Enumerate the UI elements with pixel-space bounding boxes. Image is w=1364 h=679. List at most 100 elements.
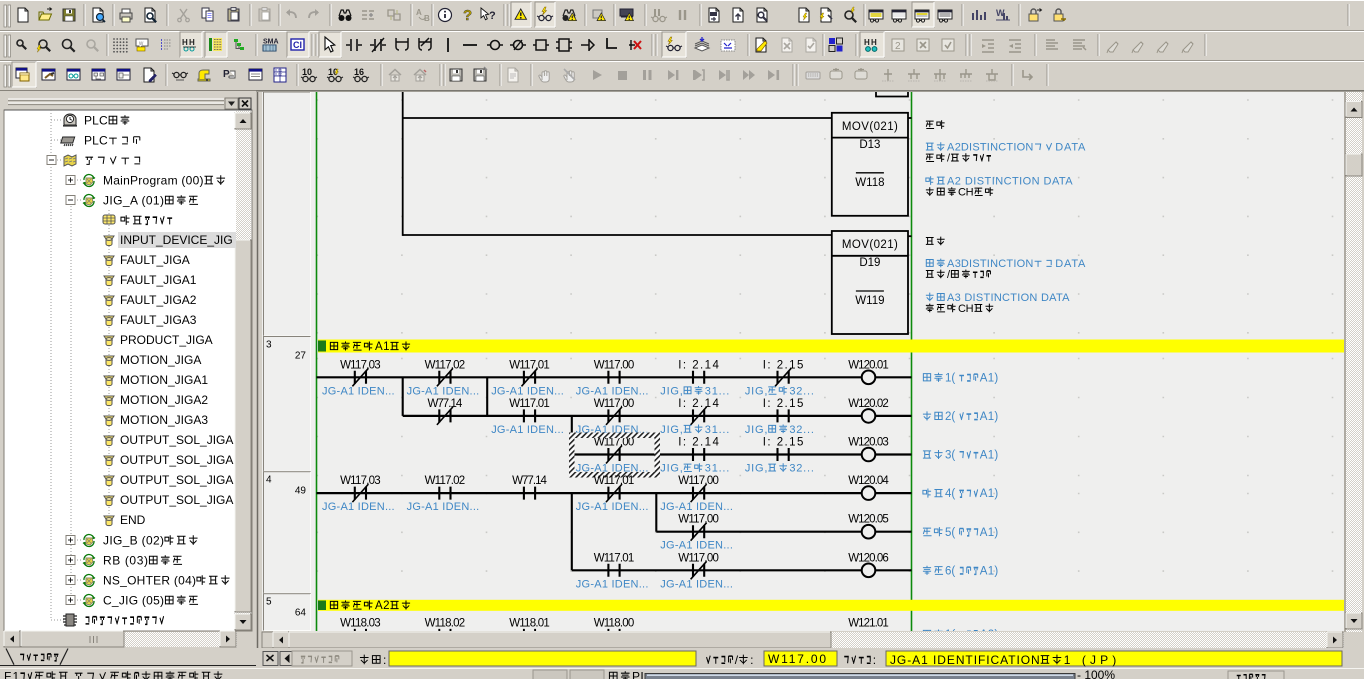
svg-text:JIG_A (01): JIG_A (01) — [103, 193, 164, 207]
svg-text:W117.03: W117.03 — [340, 359, 381, 371]
svg-text:I: 2.15: I: 2.15 — [763, 359, 804, 371]
svg-text:W121.01: W121.01 — [848, 617, 889, 629]
svg-text:64: 64 — [295, 608, 307, 619]
svg-text:MOTION_JIGA1: MOTION_JIGA1 — [120, 373, 208, 387]
svg-text:A2: A2 — [375, 600, 390, 612]
svg-text:H: H — [189, 38, 195, 47]
svg-text:w: w — [138, 41, 144, 47]
svg-text:(: ( — [951, 372, 955, 384]
svg-text:H: H — [182, 38, 188, 47]
svg-text:10: 10 — [302, 67, 312, 77]
svg-text:INPUT_DEVICE_JIG: INPUT_DEVICE_JIG — [120, 233, 233, 247]
svg-text:4: 4 — [266, 475, 272, 486]
svg-text:A1): A1) — [980, 450, 999, 462]
svg-text:W118.00: W118.00 — [594, 617, 635, 629]
svg-text:?: ? — [463, 7, 472, 24]
svg-text:JIG_B (02): JIG_B (02) — [103, 533, 164, 547]
svg-text:W77.14: W77.14 — [428, 398, 463, 410]
svg-text:FAULT_JIGA1: FAULT_JIGA1 — [120, 273, 197, 287]
svg-text:W118.01: W118.01 — [509, 617, 550, 629]
svg-text:FAULT_JIGA: FAULT_JIGA — [120, 253, 190, 267]
svg-text:JG-A1 IDENTIFICATION: JG-A1 IDENTIFICATION — [890, 653, 1040, 667]
svg-text:A1): A1) — [980, 372, 999, 384]
svg-text:16: 16 — [354, 67, 364, 77]
svg-text:MOTION_JIGA3: MOTION_JIGA3 — [120, 413, 208, 427]
svg-text:W117.01: W117.01 — [509, 359, 550, 371]
svg-text:W117.01: W117.01 — [594, 475, 635, 487]
svg-text::: : — [383, 653, 386, 667]
svg-text:W117.00: W117.00 — [594, 359, 635, 371]
svg-text:I: 2.15: I: 2.15 — [763, 398, 804, 410]
svg-text::: : — [750, 653, 753, 667]
svg-text:JG-A1 IDEN...: JG-A1 IDEN... — [660, 501, 733, 513]
svg-text:A: A — [416, 8, 422, 17]
svg-text:W117.02: W117.02 — [425, 359, 466, 371]
svg-text:JG-A1 IDEN...: JG-A1 IDEN... — [576, 501, 649, 513]
svg-text:A1): A1) — [980, 527, 999, 539]
svg-text:RB (03): RB (03) — [103, 553, 148, 567]
svg-text:A1): A1) — [980, 411, 999, 423]
svg-text:32...: 32... — [789, 385, 814, 397]
svg-text:3: 3 — [266, 340, 272, 351]
svg-text:JG-A1 IDEN...: JG-A1 IDEN... — [660, 578, 733, 590]
svg-text:MOV(021): MOV(021) — [842, 121, 898, 133]
svg-text:NS_OHTER (04): NS_OHTER (04) — [103, 573, 196, 587]
svg-text:JIG,: JIG, — [745, 385, 768, 397]
svg-text:DISTINCTION: DISTINCTION — [961, 258, 1033, 270]
svg-text:FAULT_JIGA3: FAULT_JIGA3 — [120, 313, 197, 327]
svg-text:W117.00: W117.00 — [678, 552, 719, 564]
svg-text:SMA: SMA — [263, 39, 279, 46]
svg-text:H: H — [871, 38, 877, 47]
svg-text:W118: W118 — [855, 177, 884, 189]
svg-text:W118.02: W118.02 — [425, 617, 466, 629]
svg-text:(: ( — [951, 565, 955, 577]
svg-text:JIG,: JIG, — [745, 424, 768, 436]
svg-text::: : — [873, 653, 876, 667]
svg-text:W117.01: W117.01 — [509, 398, 550, 410]
svg-text:MOV(021): MOV(021) — [842, 239, 898, 251]
svg-text:2: 2 — [895, 41, 901, 52]
svg-text:OUTPUT_SOL_JIGA: OUTPUT_SOL_JIGA — [120, 433, 233, 447]
svg-text:CH: CH — [958, 303, 974, 315]
svg-text:(: ( — [951, 411, 955, 423]
svg-text:W120.02: W120.02 — [848, 398, 889, 410]
svg-text:C_JIG (05): C_JIG (05) — [103, 593, 164, 607]
svg-text:A1): A1) — [980, 488, 999, 500]
svg-text:W119: W119 — [855, 295, 884, 307]
svg-text:MOTION_JIGA: MOTION_JIGA — [120, 353, 201, 367]
svg-text:W120.05: W120.05 — [848, 514, 889, 526]
svg-text:JG-A1 IDEN...: JG-A1 IDEN... — [407, 385, 480, 397]
svg-text:JIG,: JIG, — [660, 385, 683, 397]
svg-text:0.02: 0.02 — [275, 73, 282, 77]
svg-text:W117.00: W117.00 — [594, 437, 635, 449]
svg-text:W117.01: W117.01 — [594, 552, 635, 564]
svg-text:W117.00: W117.00 — [678, 514, 719, 526]
svg-text:JG-A1 IDEN...: JG-A1 IDEN... — [322, 385, 395, 397]
svg-text:(: ( — [951, 450, 955, 462]
svg-text:W117.00: W117.00 — [594, 398, 635, 410]
svg-text:JIG,: JIG, — [745, 463, 768, 475]
svg-text:(: ( — [951, 527, 955, 539]
svg-text:W120.01: W120.01 — [848, 359, 889, 371]
svg-text:F1: F1 — [4, 669, 20, 679]
svg-text:D13: D13 — [859, 139, 880, 151]
svg-text:49: 49 — [295, 486, 307, 497]
svg-text:JIG,: JIG, — [660, 463, 683, 475]
svg-text:W117.02: W117.02 — [425, 475, 466, 487]
svg-text:5: 5 — [266, 597, 272, 608]
svg-text:?: ? — [489, 10, 496, 22]
svg-text:(: ( — [951, 488, 955, 500]
svg-text:A1: A1 — [375, 341, 390, 353]
svg-text:CH: CH — [958, 187, 974, 199]
svg-text:A1): A1) — [980, 565, 999, 577]
svg-text:DATA: DATA — [1055, 142, 1086, 154]
svg-text:W120.06: W120.06 — [848, 552, 889, 564]
svg-text:OUTPUT_SOL_JIGA: OUTPUT_SOL_JIGA — [120, 493, 233, 507]
svg-text:DATA: DATA — [1055, 258, 1086, 270]
svg-text:MainProgram (00): MainProgram (00) — [103, 173, 204, 187]
svg-text:JG-A1 IDEN...: JG-A1 IDEN... — [660, 540, 733, 552]
svg-text:- 100%: - 100% — [1077, 668, 1115, 679]
svg-text:JG-A1 IDEN...: JG-A1 IDEN... — [576, 578, 649, 590]
svg-text:PRODUCT_JIGA: PRODUCT_JIGA — [120, 333, 213, 347]
svg-text:32...: 32... — [789, 463, 814, 475]
